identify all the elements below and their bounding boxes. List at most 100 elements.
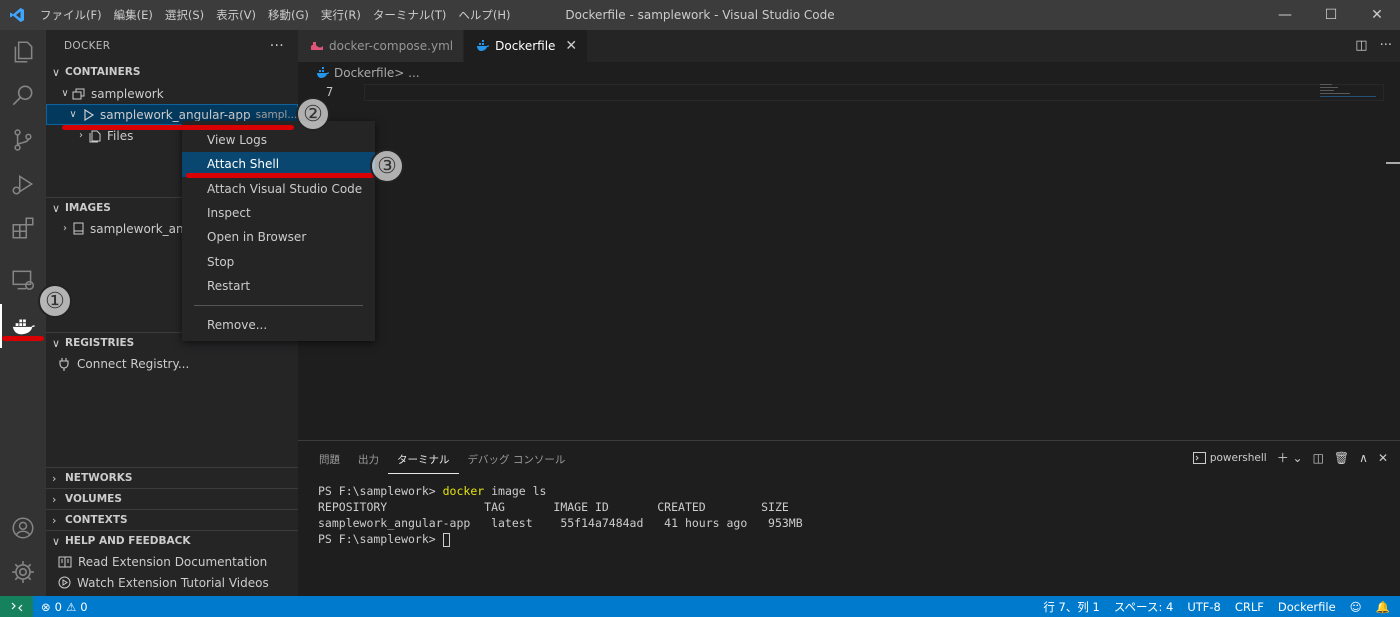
menu-item-stop[interactable]: Stop [182, 249, 375, 273]
yaml-file-icon [311, 42, 323, 50]
registries-section-title: REGISTRIES [65, 337, 135, 349]
play-circle-icon [58, 576, 71, 589]
split-terminal-icon[interactable]: ◫ [1313, 451, 1324, 465]
problems-status[interactable]: ⊗ 0 ⚠ 0 [33, 600, 88, 614]
feedback-icon[interactable]: ☺ [1350, 600, 1362, 614]
title-bar: ファイル(F) 編集(E) 選択(S) 表示(V) 移動(G) 実行(R) ター… [0, 0, 1400, 30]
tab-problems[interactable]: 問題 [310, 449, 349, 474]
container-name: samplework_angular-app [100, 107, 251, 122]
tab-dockerfile[interactable]: Dockerfile ✕ [464, 30, 589, 62]
error-count: 0 [54, 599, 62, 614]
menu-help[interactable]: ヘルプ(H) [452, 7, 516, 23]
panel-tabs: 問題 出力 ターミナル デバッグ コンソール [310, 449, 574, 474]
read-docs-item[interactable]: Read Extension Documentation [46, 551, 298, 572]
maximize-panel-icon[interactable]: ∧ [1359, 451, 1368, 465]
new-terminal-icon[interactable]: ＋ ⌄ [1277, 449, 1303, 466]
tree-item-samplework-group[interactable]: ∨ samplework [46, 83, 298, 104]
command-args: image ls [484, 484, 547, 498]
account-icon[interactable] [0, 506, 46, 550]
menu-go[interactable]: 移動(G) [262, 7, 315, 23]
annotation-badge-2: ② [296, 97, 330, 131]
menu-selection[interactable]: 選択(S) [159, 7, 210, 23]
contexts-section-header[interactable]: › CONTEXTS [46, 510, 298, 530]
menu-item-restart[interactable]: Restart [182, 274, 375, 298]
language-mode[interactable]: Dockerfile [1278, 600, 1336, 614]
tree-item-label: samplework_an [90, 221, 184, 236]
gear-icon[interactable] [0, 550, 46, 594]
sidebar-title: DOCKER [64, 40, 111, 52]
menu-item-attach-vscode[interactable]: Attach Visual Studio Code [182, 177, 375, 201]
tab-debug-console[interactable]: デバッグ コンソール [459, 449, 575, 474]
more-actions-icon[interactable]: ··· [1380, 38, 1392, 53]
tab-output[interactable]: 出力 [349, 449, 388, 474]
containers-section-title: CONTAINERS [65, 66, 141, 78]
menu-terminal[interactable]: ターミナル(T) [367, 7, 453, 23]
chevron-right-icon: › [52, 492, 57, 506]
files-icon [89, 130, 101, 142]
menu-edit[interactable]: 編集(E) [108, 7, 159, 23]
menu-item-remove[interactable]: Remove... [182, 313, 375, 337]
menu-bar: ファイル(F) 編集(E) 選択(S) 表示(V) 移動(G) 実行(R) ター… [34, 0, 516, 30]
chevron-down-icon: ∨ [61, 88, 69, 99]
volumes-section-header[interactable]: › VOLUMES [46, 489, 298, 509]
tab-docker-compose[interactable]: docker-compose.yml [298, 30, 465, 62]
terminal-selector[interactable]: powershell [1192, 451, 1267, 464]
breadcrumb: Dockerfile > ... [298, 62, 1400, 84]
menu-item-view-logs[interactable]: View Logs [182, 128, 375, 152]
run-debug-icon[interactable] [0, 162, 46, 206]
close-window-button[interactable]: ✕ [1354, 0, 1400, 30]
prompt: PS F:\samplework> [318, 532, 443, 546]
menu-item-open-browser[interactable]: Open in Browser [182, 225, 375, 249]
compose-group-icon [72, 88, 85, 99]
encoding[interactable]: UTF-8 [1187, 600, 1221, 614]
help-section-header[interactable]: ∨ HELP AND FEEDBACK [46, 531, 298, 551]
status-right: 行 7、列 1 スペース: 4 UTF-8 CRLF Dockerfile ☺ … [1043, 596, 1390, 617]
menu-separator [194, 305, 363, 307]
dockerfile-icon [317, 67, 329, 78]
menu-item-inspect[interactable]: Inspect [182, 201, 375, 225]
tree-item-label: Read Extension Documentation [78, 554, 268, 569]
networks-section-header[interactable]: › NETWORKS [46, 468, 298, 488]
annotation-underline-container [62, 125, 294, 130]
bell-icon[interactable]: 🔔 [1376, 600, 1390, 614]
close-panel-icon[interactable]: ✕ [1378, 451, 1388, 465]
more-actions-button[interactable]: ··· [270, 38, 284, 54]
explorer-icon[interactable] [0, 30, 46, 74]
chevron-down-icon: ∨ [52, 65, 61, 79]
terminal-line: REPOSITORY TAG IMAGE ID CREATED SIZE [318, 500, 789, 514]
breadcrumb-rest[interactable]: > ... [394, 66, 419, 80]
code-editor[interactable]: 7 [298, 84, 1400, 440]
cursor-position[interactable]: 行 7、列 1 [1043, 599, 1099, 615]
remote-indicator[interactable] [0, 596, 33, 617]
error-icon: ⊗ [41, 599, 51, 614]
menu-run[interactable]: 実行(R) [315, 7, 367, 23]
source-control-icon[interactable] [0, 118, 46, 162]
watch-videos-item[interactable]: Watch Extension Tutorial Videos [46, 572, 298, 593]
split-editor-icon[interactable]: ◫ [1355, 38, 1367, 53]
menu-file[interactable]: ファイル(F) [34, 7, 108, 23]
trash-icon[interactable]: 🗑 [1334, 451, 1349, 465]
extensions-icon[interactable] [0, 206, 46, 250]
chevron-down-icon: ∨ [52, 201, 61, 215]
end-of-line[interactable]: CRLF [1235, 600, 1264, 614]
shell-name: powershell [1209, 451, 1267, 464]
search-icon[interactable] [0, 74, 46, 118]
minimize-button[interactable]: — [1262, 0, 1308, 30]
minimap[interactable] [1320, 84, 1380, 104]
scrollbar-marker[interactable] [1386, 162, 1400, 164]
connect-registry-item[interactable]: Connect Registry... [46, 353, 298, 374]
breadcrumb-file[interactable]: Dockerfile [334, 66, 394, 80]
help-section-title: HELP AND FEEDBACK [65, 535, 191, 547]
editor-tabs: docker-compose.yml Dockerfile ✕ ◫ ··· [298, 30, 1400, 62]
tab-terminal[interactable]: ターミナル [388, 449, 459, 474]
dockerfile-icon [477, 40, 490, 51]
close-tab-icon[interactable]: ✕ [565, 38, 577, 54]
containers-section-header[interactable]: ∨ CONTAINERS [46, 62, 298, 82]
docker-icon[interactable] [0, 304, 46, 348]
indentation[interactable]: スペース: 4 [1114, 599, 1173, 615]
menu-view[interactable]: 表示(V) [210, 7, 262, 23]
terminal-output[interactable]: PS F:\samplework> docker image ls REPOSIT… [318, 483, 803, 547]
maximize-button[interactable]: ☐ [1308, 0, 1354, 30]
command: docker [442, 484, 485, 498]
running-container-icon [84, 108, 95, 121]
